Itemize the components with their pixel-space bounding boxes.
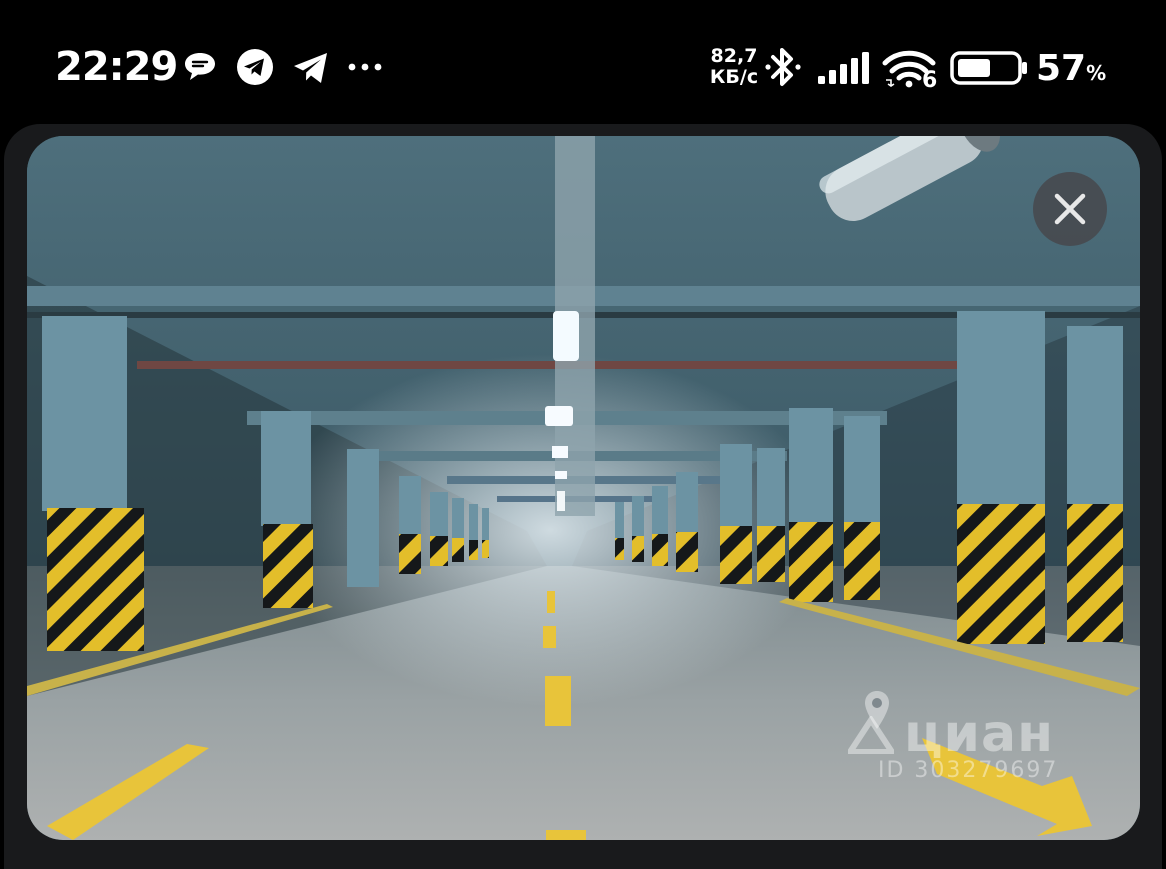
net-speed: 82,7 КБ/с xyxy=(704,46,764,88)
close-button[interactable] xyxy=(1033,172,1107,246)
close-icon xyxy=(1054,193,1086,225)
wifi-badge: 6 xyxy=(922,68,938,93)
bluetooth-icon xyxy=(765,48,801,86)
status-time: 22:29 xyxy=(55,44,178,90)
net-speed-unit: КБ/с xyxy=(709,66,759,88)
battery-icon xyxy=(950,51,1027,85)
battery-percent: 57% xyxy=(1036,48,1106,89)
chat-bubble-icon xyxy=(185,53,215,80)
house-logo-icon xyxy=(848,716,894,754)
battery-percent-sign: % xyxy=(1086,61,1107,85)
more-dots-icon xyxy=(348,63,382,71)
net-speed-value: 82,7 xyxy=(710,45,758,67)
watermark-brand: циан xyxy=(904,704,1054,764)
status-bar: 22:29 82,7 КБ/с 6 57% xyxy=(0,0,1166,112)
telegram-plane-icon xyxy=(294,53,327,83)
battery-percent-value: 57 xyxy=(1036,48,1087,89)
wifi-6-icon: 6 xyxy=(882,46,940,93)
signal-bars-icon xyxy=(818,52,869,84)
telegram-icon xyxy=(237,49,273,85)
watermark-id: ID 303279697 xyxy=(878,758,1059,783)
